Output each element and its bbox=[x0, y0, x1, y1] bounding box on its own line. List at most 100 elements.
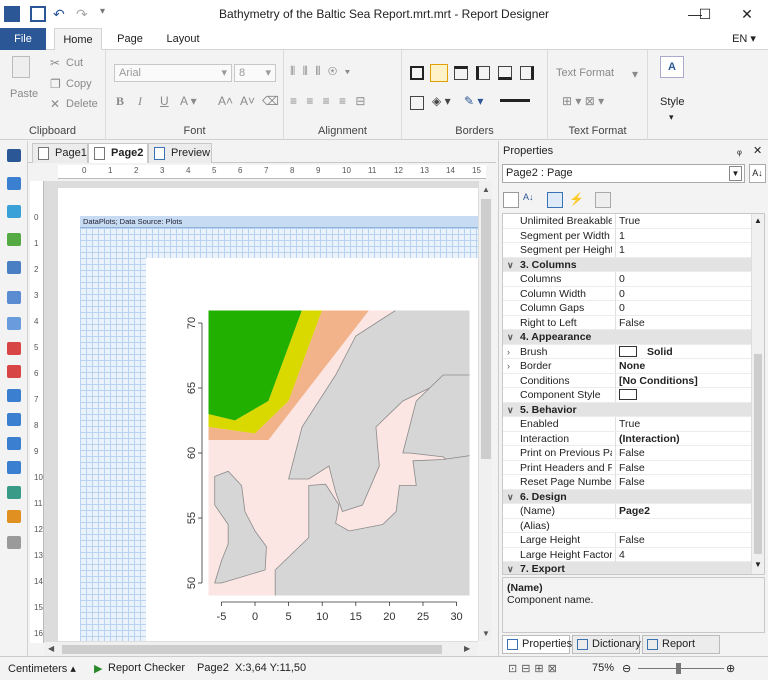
property-category[interactable]: ∨ 4. Appearance bbox=[503, 330, 751, 345]
canvas-horizontal-scrollbar[interactable]: ◀ ▶ bbox=[44, 641, 478, 656]
zoom-slider-thumb[interactable] bbox=[676, 663, 681, 674]
tab-page[interactable]: Page bbox=[110, 28, 150, 50]
delete-button[interactable]: Delete bbox=[66, 98, 98, 110]
report-checker-button[interactable]: Report Checker bbox=[108, 662, 185, 674]
expand-icon[interactable]: › bbox=[507, 359, 510, 373]
design-canvas[interactable]: DataPlots; Data Source: Plots -5 0 5 10 15 20… bbox=[44, 181, 478, 641]
top-border-icon[interactable] bbox=[454, 66, 468, 80]
vertical-align-icons[interactable]: ⦀ ⦀ ⦀ ⊛ ▾ bbox=[290, 64, 352, 79]
tab-home[interactable]: Home bbox=[54, 28, 102, 51]
close-icon[interactable]: ✕ bbox=[753, 141, 762, 161]
border-style-icon[interactable] bbox=[500, 99, 530, 102]
barcode-tool-icon[interactable] bbox=[7, 365, 21, 378]
clear-format-icon[interactable]: ⌫ bbox=[262, 94, 279, 108]
property-value[interactable]: 1 bbox=[615, 243, 749, 257]
fill-color-icon[interactable]: ◈ ▾ bbox=[432, 94, 451, 108]
properties-view-icon[interactable] bbox=[547, 192, 563, 208]
zoom-slider[interactable] bbox=[638, 668, 724, 669]
cut-button[interactable]: Cut bbox=[66, 57, 83, 69]
property-row[interactable]: Segment per Height 1 bbox=[503, 243, 751, 258]
scroll-right-icon[interactable]: ▶ bbox=[464, 644, 470, 653]
font-color-icon[interactable]: A ▾ bbox=[180, 94, 197, 108]
border-color-icon[interactable]: ✎ ▾ bbox=[464, 94, 483, 108]
tab-dictionary[interactable]: Dictionary bbox=[572, 635, 641, 654]
scroll-left-icon[interactable]: ◀ bbox=[48, 644, 54, 653]
close-button[interactable]: ✕ bbox=[732, 4, 762, 24]
property-value[interactable]: 0 bbox=[615, 286, 749, 301]
style-button[interactable]: Style bbox=[660, 96, 684, 108]
font-size-select[interactable]: 8 ▾ bbox=[234, 64, 276, 82]
tab-report-tree[interactable]: Report Tree bbox=[642, 635, 720, 667]
pointer-tool-icon[interactable] bbox=[7, 149, 21, 162]
settings-tool-icon[interactable] bbox=[7, 536, 21, 549]
checkbox-tool-icon[interactable] bbox=[7, 437, 21, 450]
property-row[interactable]: (Name) Page2 bbox=[503, 504, 751, 519]
shrink-font-icon[interactable]: A˅ bbox=[240, 94, 255, 108]
categorized-icon[interactable] bbox=[503, 192, 519, 208]
property-value[interactable]: 1 bbox=[615, 228, 749, 243]
font-family-select[interactable]: Arial ▾ bbox=[114, 64, 232, 82]
scroll-up-icon[interactable]: ▲ bbox=[754, 216, 762, 225]
property-row[interactable]: (Alias) bbox=[503, 519, 751, 533]
property-row[interactable]: Unlimited Breakable True bbox=[503, 214, 751, 229]
style-icon[interactable]: A bbox=[660, 56, 684, 78]
left-border-icon[interactable] bbox=[476, 66, 490, 80]
property-row[interactable]: Large Height Factor 4 bbox=[503, 547, 751, 562]
text-format-select[interactable]: Text Format bbox=[556, 67, 614, 79]
property-value[interactable] bbox=[615, 388, 749, 402]
map-tool-icon[interactable] bbox=[7, 486, 21, 499]
property-value[interactable]: Solid bbox=[615, 344, 749, 359]
data-band-header[interactable]: DataPlots; Data Source: Plots bbox=[80, 216, 478, 228]
scroll-thumb[interactable] bbox=[62, 645, 442, 654]
property-row[interactable]: › Brush Solid bbox=[503, 344, 751, 359]
property-row[interactable]: Column Gaps 0 bbox=[503, 301, 751, 316]
property-value[interactable]: False bbox=[615, 475, 749, 489]
text-tool-icon[interactable] bbox=[7, 291, 21, 304]
collapse-icon[interactable]: ∨ bbox=[507, 490, 514, 504]
units-selector[interactable]: Centimeters ▴ bbox=[8, 662, 76, 675]
collapse-icon[interactable]: ∨ bbox=[507, 258, 514, 272]
property-pages-icon[interactable] bbox=[595, 192, 611, 208]
property-row[interactable]: Conditions [No Conditions] bbox=[503, 373, 751, 388]
expand-icon[interactable]: › bbox=[507, 345, 510, 359]
scroll-up-icon[interactable]: ▲ bbox=[482, 185, 490, 194]
property-value[interactable]: [No Conditions] bbox=[615, 373, 749, 388]
property-row[interactable]: Large Height False bbox=[503, 533, 751, 548]
scroll-down-icon[interactable]: ▼ bbox=[754, 560, 762, 569]
table-tool-icon[interactable] bbox=[7, 461, 21, 474]
all-borders-icon[interactable] bbox=[410, 66, 424, 80]
component-selector[interactable]: Page2 : Page ▼ bbox=[502, 164, 745, 183]
right-border-icon[interactable] bbox=[520, 66, 534, 80]
paste-button[interactable]: Paste bbox=[10, 88, 38, 100]
tab-preview[interactable]: Preview bbox=[148, 143, 212, 163]
property-category[interactable]: ∨ 7. Export bbox=[503, 562, 751, 574]
property-value[interactable]: False bbox=[615, 446, 749, 460]
scroll-thumb[interactable] bbox=[481, 199, 491, 459]
cross-band-tool-icon[interactable] bbox=[7, 205, 21, 218]
image-tool-icon[interactable] bbox=[7, 342, 21, 355]
property-value[interactable]: 0 bbox=[615, 301, 749, 315]
sort-icon[interactable]: A↓ bbox=[749, 164, 766, 183]
richtext-tool-icon[interactable] bbox=[7, 317, 21, 330]
property-row[interactable]: Segment per Width 1 bbox=[503, 228, 751, 243]
property-category[interactable]: ∨ 5. Behavior bbox=[503, 402, 751, 417]
zoom-in-icon[interactable]: ⊕ bbox=[726, 662, 735, 675]
scroll-down-icon[interactable]: ▼ bbox=[482, 629, 490, 638]
property-row[interactable]: Columns 0 bbox=[503, 272, 751, 287]
property-value[interactable]: True bbox=[615, 214, 749, 228]
property-value[interactable]: None bbox=[615, 359, 749, 373]
bottom-border-icon[interactable] bbox=[498, 66, 512, 80]
property-row[interactable]: Right to Left False bbox=[503, 315, 751, 330]
band-tool-icon[interactable] bbox=[7, 177, 21, 190]
language-selector[interactable]: EN ▾ bbox=[726, 28, 762, 50]
property-row[interactable]: Interaction (Interaction) bbox=[503, 431, 751, 446]
collapse-icon[interactable]: ∨ bbox=[507, 562, 514, 574]
property-value[interactable]: Page2 bbox=[615, 504, 749, 518]
property-row[interactable]: Enabled True bbox=[503, 417, 751, 432]
report-page[interactable]: DataPlots; Data Source: Plots -5 0 5 10 15 20… bbox=[58, 188, 478, 641]
collapse-icon[interactable]: ∨ bbox=[507, 403, 514, 417]
border-outline-icon[interactable] bbox=[430, 64, 448, 82]
collapse-icon[interactable]: ∨ bbox=[507, 330, 514, 344]
property-grid-scrollbar[interactable]: ▲ ▼ bbox=[751, 214, 764, 574]
format-icons[interactable]: ⊞ ▾ ⊠ ▾ bbox=[562, 94, 604, 108]
